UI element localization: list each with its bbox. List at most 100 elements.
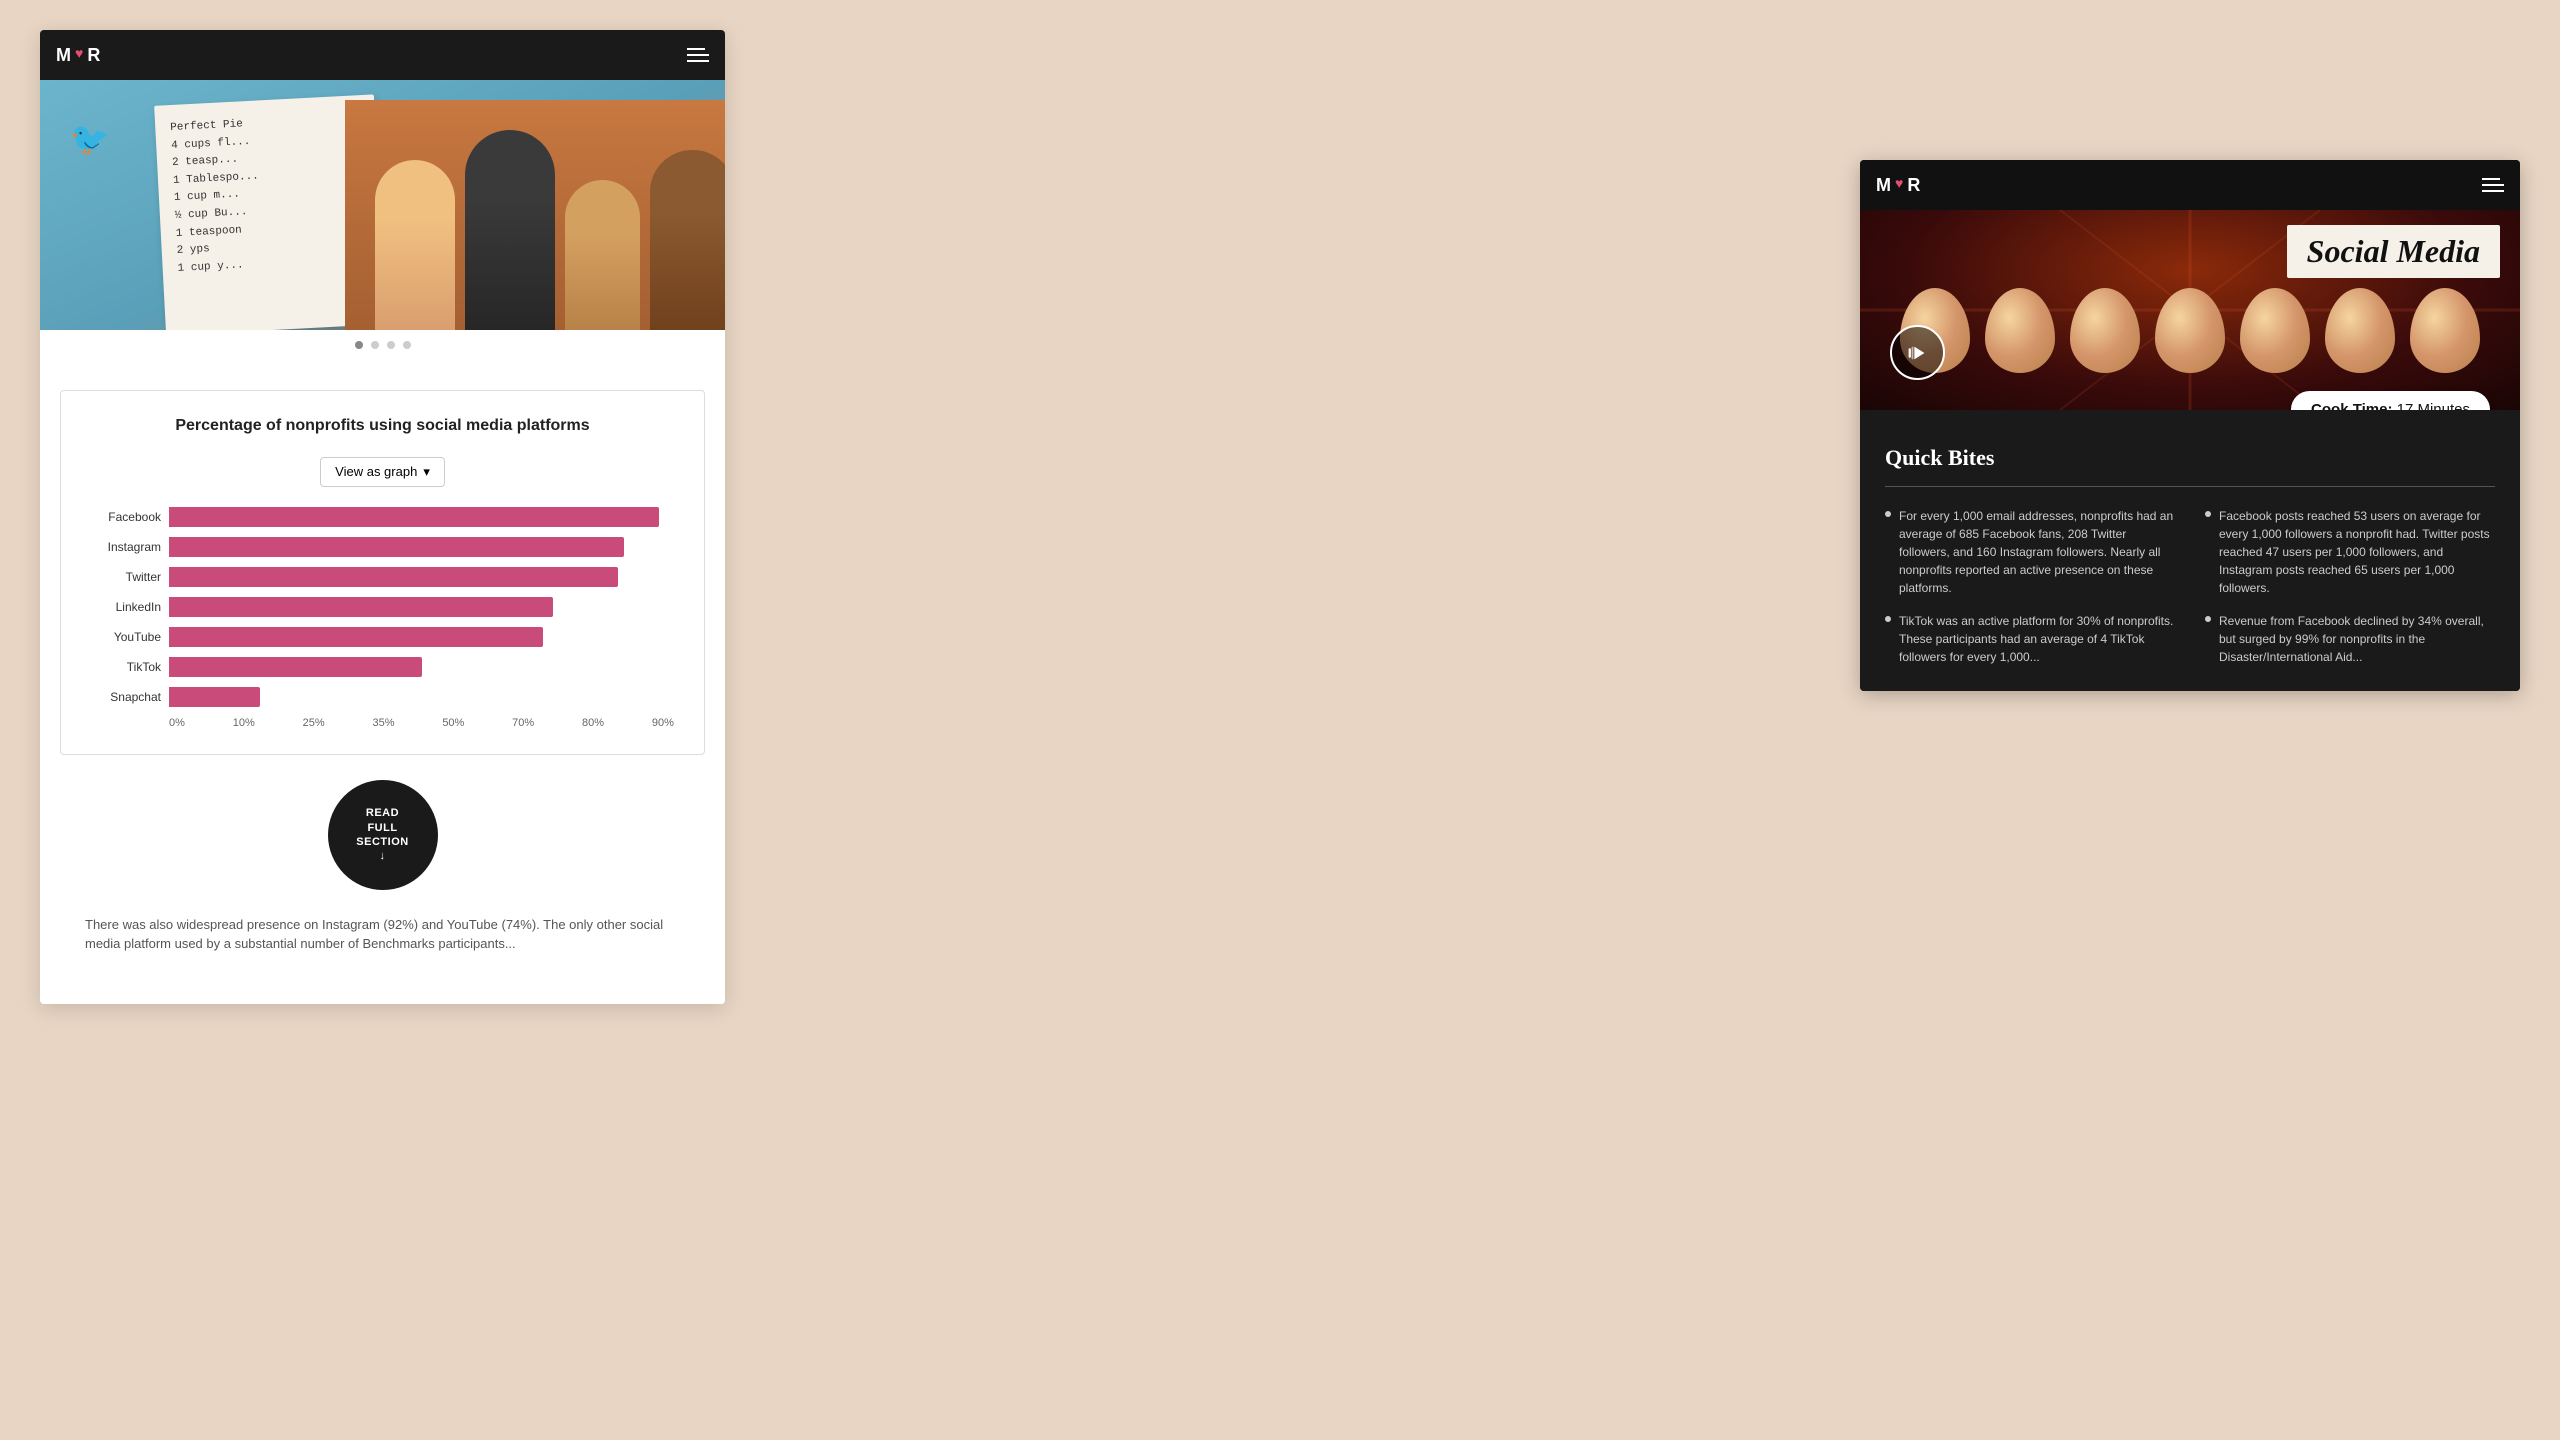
bar-fill-linkedin (169, 597, 553, 617)
bar-label-linkedin: LinkedIn (91, 600, 161, 614)
bar-row-linkedin: LinkedIn (91, 597, 674, 617)
left-panel: M ♥ R 🐦 Perfect Pie 4 cups fl... 2 teasp… (40, 30, 725, 1004)
person-4 (650, 150, 725, 360)
egg-4 (2155, 288, 2225, 373)
bar-track-youtube (169, 627, 674, 647)
bar-row-twitter: Twitter (91, 567, 674, 587)
x-label-25: 25% (303, 717, 325, 729)
bullet-dot-2 (1885, 616, 1891, 622)
dot-navigation (40, 330, 725, 360)
dot-1[interactable] (355, 341, 363, 349)
x-label-70: 70% (512, 717, 534, 729)
bullet-dot-4 (2205, 616, 2211, 622)
logo-r: R (87, 45, 100, 66)
right-logo-heart: ♥ (1895, 177, 1903, 193)
bar-row-youtube: YouTube (91, 627, 674, 647)
read-full-line2: FULL (367, 821, 397, 835)
bar-row-instagram: Instagram (91, 537, 674, 557)
quick-bites-col-2: Facebook posts reached 53 users on avera… (2205, 507, 2495, 666)
bullet-item-1: For every 1,000 email addresses, nonprof… (1885, 507, 2175, 597)
hamburger-line-1 (687, 48, 705, 50)
egg-2 (1985, 288, 2055, 373)
bar-fill-snapchat (169, 687, 260, 707)
people-silhouettes (375, 130, 725, 360)
listen-button[interactable] (1890, 325, 1945, 380)
right-header: M ♥ R (1860, 160, 2520, 210)
people-group (345, 100, 725, 360)
right-hamburger-line-2 (2482, 184, 2504, 186)
logo-m: M (56, 45, 71, 66)
quick-bites-grid: For every 1,000 email addresses, nonprof… (1885, 507, 2495, 666)
bar-fill-twitter (169, 567, 618, 587)
chart-section: Percentage of nonprofits using social me… (40, 360, 725, 1004)
bar-label-snapchat: Snapchat (91, 690, 161, 704)
right-panel: M ♥ R (1860, 160, 2520, 691)
dropdown-arrow: ▾ (423, 464, 430, 480)
right-menu-button[interactable] (2482, 178, 2504, 192)
bar-label-tiktok: TikTok (91, 660, 161, 674)
right-logo-r: R (1907, 175, 1920, 196)
bar-label-facebook: Facebook (91, 510, 161, 524)
bar-fill-youtube (169, 627, 543, 647)
bar-row-snapchat: Snapchat (91, 687, 674, 707)
bar-fill-tiktok (169, 657, 422, 677)
bar-track-tiktok (169, 657, 674, 677)
read-full-arrow: ↓ (380, 849, 386, 863)
bird-icon: 🐦 (70, 120, 110, 158)
egg-3 (2070, 288, 2140, 373)
bar-track-linkedin (169, 597, 674, 617)
bullet-dot-1 (1885, 511, 1891, 517)
x-axis: 0% 10% 25% 35% 50% 70% 80% 90% (169, 717, 674, 729)
left-header: M ♥ R (40, 30, 725, 80)
dot-2[interactable] (371, 341, 379, 349)
quick-bites-title: Quick Bites (1885, 445, 2495, 471)
bullet-item-4: Revenue from Facebook declined by 34% ov… (2205, 612, 2495, 666)
left-logo: M ♥ R (56, 45, 100, 66)
cook-time-label: Cook Time: (2311, 401, 2392, 410)
section-divider (1885, 486, 2495, 487)
read-full-line3: SECTION (356, 835, 408, 849)
bar-track-facebook (169, 507, 674, 527)
egg-7 (2410, 288, 2480, 373)
egg-6 (2325, 288, 2395, 373)
social-media-title: Social Media (2287, 225, 2500, 278)
recipe-text: Perfect Pie 4 cups fl... 2 teasp... 1 Ta… (170, 110, 368, 278)
right-hamburger-line-1 (2482, 178, 2500, 180)
hamburger-line-3 (687, 60, 709, 62)
logo-heart: ♥ (75, 47, 83, 63)
x-label-10: 10% (233, 717, 255, 729)
description-text: There was also widespread presence on In… (60, 905, 705, 974)
read-full-line1: READ (366, 806, 399, 820)
right-hero: Social Media Cook Time: 17 Minutes (1860, 210, 2520, 410)
cook-time-value: 17 Minutes (2397, 401, 2470, 410)
bullet-dot-3 (2205, 511, 2211, 517)
bar-track-instagram (169, 537, 674, 557)
hamburger-line-2 (687, 54, 709, 56)
quick-bites-col-1: For every 1,000 email addresses, nonprof… (1885, 507, 2175, 666)
view-as-graph-dropdown[interactable]: View as graph ▾ (320, 457, 445, 487)
x-label-35: 35% (372, 717, 394, 729)
bar-track-snapchat (169, 687, 674, 707)
x-label-80: 80% (582, 717, 604, 729)
bullet-text-4: Revenue from Facebook declined by 34% ov… (2219, 612, 2495, 666)
dot-4[interactable] (403, 341, 411, 349)
chart-title: Percentage of nonprofits using social me… (91, 416, 674, 437)
bar-label-instagram: Instagram (91, 540, 161, 554)
right-hamburger-line-3 (2482, 190, 2504, 192)
bar-fill-facebook (169, 507, 659, 527)
x-label-50: 50% (442, 717, 464, 729)
cook-time-badge: Cook Time: 17 Minutes (2291, 391, 2490, 410)
read-full-section-button[interactable]: READ FULL SECTION ↓ (328, 780, 438, 890)
dot-3[interactable] (387, 341, 395, 349)
egg-5 (2240, 288, 2310, 373)
menu-button[interactable] (687, 48, 709, 62)
right-logo-m: M (1876, 175, 1891, 196)
bullet-text-1: For every 1,000 email addresses, nonprof… (1899, 507, 2175, 597)
bar-label-twitter: Twitter (91, 570, 161, 584)
bullet-item-2: TikTok was an active platform for 30% of… (1885, 612, 2175, 666)
x-label-90: 90% (652, 717, 674, 729)
quick-bites-section: Quick Bites For every 1,000 email addres… (1860, 410, 2520, 691)
bar-track-twitter (169, 567, 674, 587)
right-logo: M ♥ R (1876, 175, 1920, 196)
bullet-item-3: Facebook posts reached 53 users on avera… (2205, 507, 2495, 597)
